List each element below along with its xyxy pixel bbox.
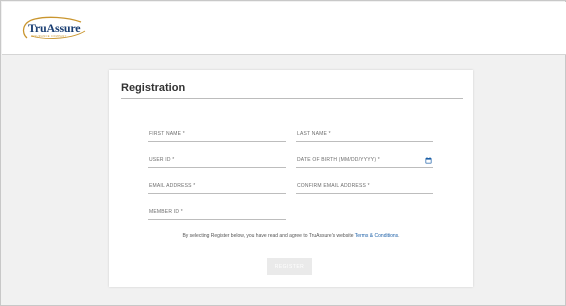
first-name-field[interactable]: FIRST NAME * — [148, 130, 286, 142]
register-button[interactable]: REGISTER — [267, 258, 312, 275]
logo-subtext: INSURANCE COMPANY — [31, 35, 67, 38]
email-label: EMAIL ADDRESS * — [149, 183, 196, 189]
agreement-sentence: By selecting Register below, you have re… — [182, 233, 355, 239]
date-of-birth-label: DATE OF BIRTH (MM/DD/YYYY) * — [297, 157, 380, 163]
member-id-label: MEMBER ID * — [149, 209, 183, 215]
date-of-birth-field[interactable]: DATE OF BIRTH (MM/DD/YYYY) * — [296, 156, 433, 168]
user-id-field[interactable]: USER ID * — [148, 156, 286, 168]
confirm-email-field[interactable]: CONFIRM EMAIL ADDRESS * — [296, 182, 433, 194]
terms-link[interactable]: Terms & Conditions — [355, 233, 398, 239]
user-id-label: USER ID * — [149, 157, 175, 163]
calendar-icon[interactable] — [425, 157, 432, 164]
app-frame: TruAssure INSURANCE COMPANY Registration… — [0, 0, 566, 306]
logo-text: TruAssure — [28, 21, 81, 35]
header-bar: TruAssure INSURANCE COMPANY — [2, 2, 566, 55]
truassure-logo[interactable]: TruAssure INSURANCE COMPANY — [19, 16, 90, 42]
last-name-label: LAST NAME * — [297, 131, 331, 137]
agreement-end: . — [398, 233, 400, 239]
first-name-label: FIRST NAME * — [149, 131, 185, 137]
page-title: Registration — [121, 82, 186, 94]
last-name-field[interactable]: LAST NAME * — [296, 130, 433, 142]
confirm-email-label: CONFIRM EMAIL ADDRESS * — [297, 183, 370, 189]
agreement-text: By selecting Register below, you have re… — [109, 233, 473, 239]
member-id-field[interactable]: MEMBER ID * — [148, 208, 286, 220]
title-divider — [121, 98, 463, 99]
email-field[interactable]: EMAIL ADDRESS * — [148, 182, 286, 194]
registration-card: Registration FIRST NAME * LAST NAME * US… — [109, 70, 473, 287]
